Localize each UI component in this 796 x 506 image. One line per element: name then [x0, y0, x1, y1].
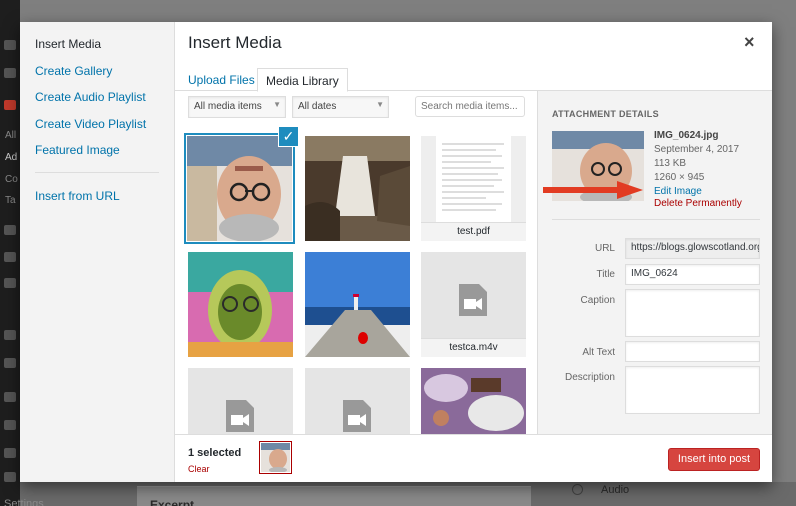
title-label: Title [596, 269, 615, 280]
pdf-page-preview [436, 136, 511, 222]
video-file-icon [343, 400, 371, 432]
media-type-filter-value: All media items [194, 101, 262, 112]
excerpt-heading: Excerpt [150, 498, 195, 506]
links-icon [4, 252, 16, 262]
attachment-filename: testca.m4v [421, 338, 526, 357]
attachment-date: September 4, 2017 [654, 144, 740, 155]
selection-thumbnail[interactable] [259, 441, 292, 474]
attachment-thumb-psychedelic[interactable] [188, 252, 293, 357]
selection-count: 1 selected [188, 447, 242, 459]
audio-label: Audio [601, 484, 630, 496]
selfie-mini [261, 443, 290, 473]
attachment-dimensions: 1260 × 945 [654, 172, 705, 183]
video-file-icon [459, 284, 487, 316]
document-lines [442, 143, 504, 211]
menu-create-audio-playlist[interactable]: Create Audio Playlist [35, 90, 146, 104]
video-file-icon [226, 400, 254, 432]
search-input[interactable]: Search media items... [415, 96, 525, 117]
insert-media-modal: Insert Media Create Gallery Create Audio… [20, 22, 772, 482]
media-type-filter[interactable]: All media items ▼ [188, 96, 286, 118]
close-icon[interactable]: × [744, 32, 755, 53]
admin-sidebar: All Ad Co Ta [0, 0, 20, 506]
selected-check-icon[interactable]: ✓ [278, 126, 299, 147]
users-icon [4, 448, 16, 458]
alt-text-field[interactable] [625, 341, 760, 362]
alt-text-label: Alt Text [582, 347, 615, 358]
pier-photo [305, 252, 410, 357]
tab-upload-files[interactable]: Upload Files [180, 68, 263, 91]
appearance-icon [4, 358, 16, 368]
media-toolbar: 1 selected Clear Insert into post [175, 434, 772, 482]
date-filter-value: All dates [298, 101, 337, 112]
url-field[interactable]: https://blogs.glowscotland.org.uk/ [625, 238, 760, 259]
attachment-filename: test.pdf [421, 222, 526, 241]
chevron-down-icon: ▼ [273, 100, 281, 109]
edit-image-link[interactable]: Edit Image [654, 186, 702, 197]
attachment-thumb-selfie[interactable] [187, 136, 292, 241]
media-menu: Insert Media Create Gallery Create Audio… [20, 22, 175, 482]
wrench-icon [4, 472, 16, 482]
tab-media-library[interactable]: Media Library [257, 68, 348, 92]
settings-menu-label: Settings [4, 498, 44, 506]
menu-insert-media[interactable]: Insert Media [35, 37, 101, 51]
psychedelic-photo [188, 252, 293, 357]
pin-icon [4, 100, 16, 110]
menu-create-gallery[interactable]: Create Gallery [35, 64, 112, 78]
description-field[interactable] [625, 366, 760, 414]
caption-label: Caption [580, 295, 615, 306]
menu-featured-image[interactable]: Featured Image [35, 143, 120, 157]
sidebar-label-cat: Co [5, 174, 18, 185]
waterfall-photo [305, 136, 410, 241]
caption-field[interactable] [625, 289, 760, 337]
plugins-icon [4, 392, 16, 402]
crafting-photo [421, 368, 526, 434]
attachment-details-heading: Attachment Details [552, 109, 659, 119]
details-separator [552, 219, 760, 220]
clear-selection-link[interactable]: Clear [188, 464, 210, 474]
sidebar-label-all: All [5, 130, 17, 141]
menu-separator [35, 172, 159, 173]
attachment-details-panel: Attachment Details IMG_0624.jpg Septembe… [537, 91, 772, 434]
audio-format-option: Audio [572, 484, 629, 496]
attachment-thumb-video-2[interactable] [188, 368, 293, 434]
delete-permanently-link[interactable]: Delete Permanently [654, 198, 742, 209]
comments-icon [4, 330, 16, 340]
sidebar-label-add: Ad [5, 152, 18, 163]
date-filter[interactable]: All dates ▼ [292, 96, 389, 118]
url-label: URL [594, 243, 615, 254]
dashboard-icon [4, 40, 16, 50]
attachment-thumb-video-3[interactable] [305, 368, 410, 434]
menu-insert-from-url[interactable]: Insert from URL [35, 189, 120, 203]
jetpack-icon [4, 68, 16, 78]
attachment-thumb-pdf[interactable]: test.pdf [421, 136, 526, 241]
attachment-thumb-pier[interactable] [305, 252, 410, 357]
insert-into-post-button[interactable]: Insert into post [668, 448, 760, 471]
description-label: Description [564, 372, 615, 383]
selfie-photo [187, 136, 292, 241]
menu-create-video-playlist[interactable]: Create Video Playlist [35, 117, 146, 131]
attachment-thumb-video[interactable]: testca.m4v [421, 252, 526, 357]
pages-icon [4, 278, 16, 288]
media-icon [4, 225, 16, 235]
excerpt-panel [137, 486, 531, 506]
radio-icon [572, 484, 583, 495]
modal-title: Insert Media [188, 33, 282, 52]
attachment-filename: IMG_0624.jpg [654, 130, 719, 141]
attachment-thumb-waterfall[interactable] [305, 136, 410, 241]
sidebar-label-tags: Ta [5, 195, 16, 206]
attachment-thumb-crafting[interactable] [421, 368, 526, 434]
attachment-filesize: 113 KB [654, 158, 687, 169]
media-router: Upload Files Media Library [175, 60, 772, 92]
tools-icon [4, 420, 16, 430]
chevron-down-icon: ▼ [376, 100, 384, 109]
title-field[interactable]: IMG_0624 [625, 264, 760, 285]
annotation-arrow-icon [543, 181, 643, 199]
